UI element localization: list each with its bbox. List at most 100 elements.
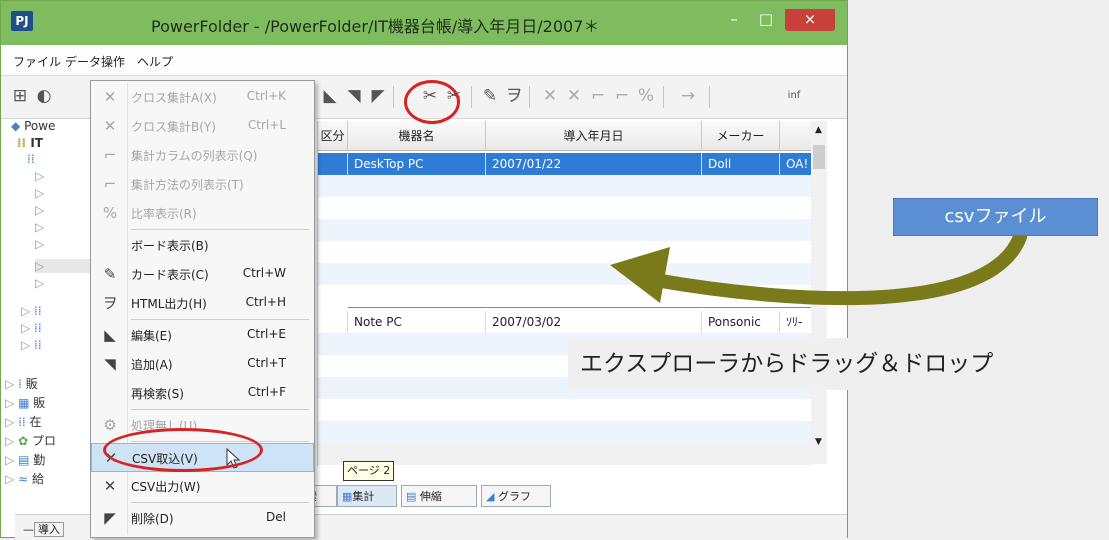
page-tooltip: ページ 2 [343,461,395,481]
graph-icon: ◢ [486,490,495,503]
menu-item[interactable]: ✎ カード表示(C) Ctrl+W [91,260,314,289]
table-icon: ⁞⁞ [17,136,27,150]
tab-summary[interactable]: ▦集計 [337,485,397,507]
tab-graph[interactable]: ◢ グラフ [481,485,551,507]
blank-row [318,197,818,219]
tree-node-project[interactable]: ▷ ✿ プロ [5,432,56,449]
menu-file[interactable]: ファイル [13,53,61,70]
tree-node-kintai[interactable]: ▷ ▤ 勤 [5,451,45,468]
menu-item[interactable]: % 比率表示(R) [91,199,314,228]
drag-arrow [610,230,1027,306]
header-category[interactable]: 区分 [318,121,348,151]
header-install-date[interactable]: 導入年月日 [486,121,702,151]
tree-node-1[interactable]: ▷ [35,169,44,183]
menu-icon-slot [99,235,121,255]
menu-separator [131,319,309,320]
tree-node-3[interactable]: ▷ [35,203,44,217]
menu-item-label: ボード表示(B) [131,239,209,253]
blank-row [318,399,818,421]
tree-node-hanbai-1[interactable]: ▷ ⁞ 販 [5,375,38,392]
scroll-thumb[interactable] [813,145,825,169]
menu-item[interactable]: ⌐ 集計カラムの列表示(Q) [91,141,314,170]
menu-item[interactable]: ◤ 削除(D) Del [91,504,314,533]
menu-item-label: カード表示(C) [131,268,209,282]
edit-toolbar-icon[interactable]: ◣ [319,86,341,106]
column-display-icon: ⌐ [103,146,117,164]
tree-node-10[interactable]: ▷ ⁞⁞ [21,338,42,352]
tree-node-4[interactable]: ▷ [35,220,44,234]
menu-item-label: 再検索(S) [131,387,184,401]
menu-help[interactable]: ヘルプ [137,53,173,70]
percent-toolbar-icon[interactable]: % [635,86,657,106]
menu-bar: ファイル データ操作 ヘルプ [1,45,847,76]
info-button[interactable]: inf [779,86,809,106]
menu-item[interactable]: ✕ クロス集計A(X) Ctrl+K [91,83,314,112]
add-toolbar-icon[interactable]: ◥ [343,86,365,106]
table-row[interactable]: DeskTop PC 2007/01/22 Doll OA! [318,153,818,175]
column-toolbar-icon[interactable]: ⌐ [587,86,609,106]
minimize-button[interactable]: – [721,9,747,31]
tree-root[interactable]: ◆ Powe [11,119,55,133]
menu-item-label: 集計方法の列表示(T) [131,178,244,192]
delete-toolbar-icon[interactable]: ◤ [367,86,389,106]
tree-node-zaiko[interactable]: ▷ ⁞⁞ 在 [5,413,42,430]
menu-item[interactable]: ⌐ 集計方法の列表示(T) [91,170,314,199]
tree-node-8[interactable]: ▷ ⁞⁞ [21,304,42,318]
title-bar[interactable]: PJ PowerFolder - /PowerFolder/IT機器台帳/導入年… [1,1,847,45]
highlight-csv-toolbar [404,80,460,124]
cross-tab-b-toolbar-icon[interactable]: ✕ [563,86,585,106]
status-field[interactable]: — 導入 [23,521,64,537]
maximize-button[interactable]: □ [753,9,779,31]
menu-item[interactable]: ◥ 追加(A) Ctrl+T [91,350,314,379]
menu-item[interactable]: ボード表示(B) [91,231,314,260]
html-toolbar-icon[interactable]: ヲ [503,86,525,106]
tree-node-hanbai-2[interactable]: ▷ ▦ 販 [5,394,45,411]
menu-item[interactable]: ◣ 編集(E) Ctrl+E [91,321,314,350]
menu-item[interactable]: 再検索(S) Ctrl+F [91,379,314,408]
menu-item-label: 編集(E) [131,329,172,343]
cell-device-name: DeskTop PC [348,153,486,175]
cell-device-name: Note PC [348,311,486,333]
tree-node-2[interactable]: ▷ [35,186,44,200]
drag-drop-caption: エクスプローラからドラッグ＆ドロップ [568,338,1098,390]
menu-separator [131,409,309,410]
method-toolbar-icon[interactable]: ⌐ [611,86,633,106]
menu-item[interactable]: ✕ クロス集計B(Y) Ctrl+L [91,112,314,141]
cell-extra: OA! [780,153,812,175]
close-button[interactable]: × [785,9,835,31]
menu-item[interactable]: ✕ CSV出力(W) [91,472,314,501]
menu-icon-slot [99,383,121,403]
no-process-icon: ⚙ [103,416,117,434]
menu-item[interactable]: ヲ HTML出力(H) Ctrl+H [91,289,314,318]
tree-node-sub[interactable]: ⁞⁞ [27,152,35,166]
menu-item-shortcut: Del [266,510,286,524]
tree-node-7[interactable]: ▷ [35,276,44,290]
arrow-toolbar-icon[interactable]: → [677,86,699,106]
cell-category [318,311,348,333]
blank-row [318,421,818,443]
html-icon: ヲ [102,294,118,312]
highlight-csv-menu [103,428,263,472]
scroll-down-icon[interactable]: ▼ [815,437,822,447]
tree-node-9[interactable]: ▷ ⁞⁞ [21,321,42,335]
csv-export-icon: ✕ [103,477,117,495]
menu-separator [131,502,309,503]
menu-data-ops[interactable]: データ操作 [65,53,125,70]
tree-node-it[interactable]: ⁞⁞ IT [17,136,43,150]
header-maker[interactable]: メーカー [702,121,780,151]
scroll-up-icon[interactable]: ▲ [815,125,822,135]
toolbar-partial-icon[interactable]: ◐ [33,86,55,106]
header-device-name[interactable]: 機器名 [348,121,486,151]
cross-tab-a-toolbar-icon[interactable]: ✕ [539,86,561,106]
tree-node-5[interactable]: ▷ [35,237,44,251]
menu-item-shortcut: Ctrl+H [245,295,286,309]
card-toolbar-icon[interactable]: ✎ [479,86,501,106]
grid-view-icon[interactable]: ⊞ [9,86,31,106]
header-extra[interactable] [780,121,812,151]
cell-install-date: 2007/01/22 [486,153,702,175]
tree-node-kyuyo[interactable]: ▷ ≈ 給 [5,470,44,487]
percent-icon: % [102,204,118,222]
add-icon: ◥ [104,355,116,373]
tab-resize[interactable]: ▤ 伸縮 [401,485,477,507]
chart-icon: ▦ [342,490,353,503]
